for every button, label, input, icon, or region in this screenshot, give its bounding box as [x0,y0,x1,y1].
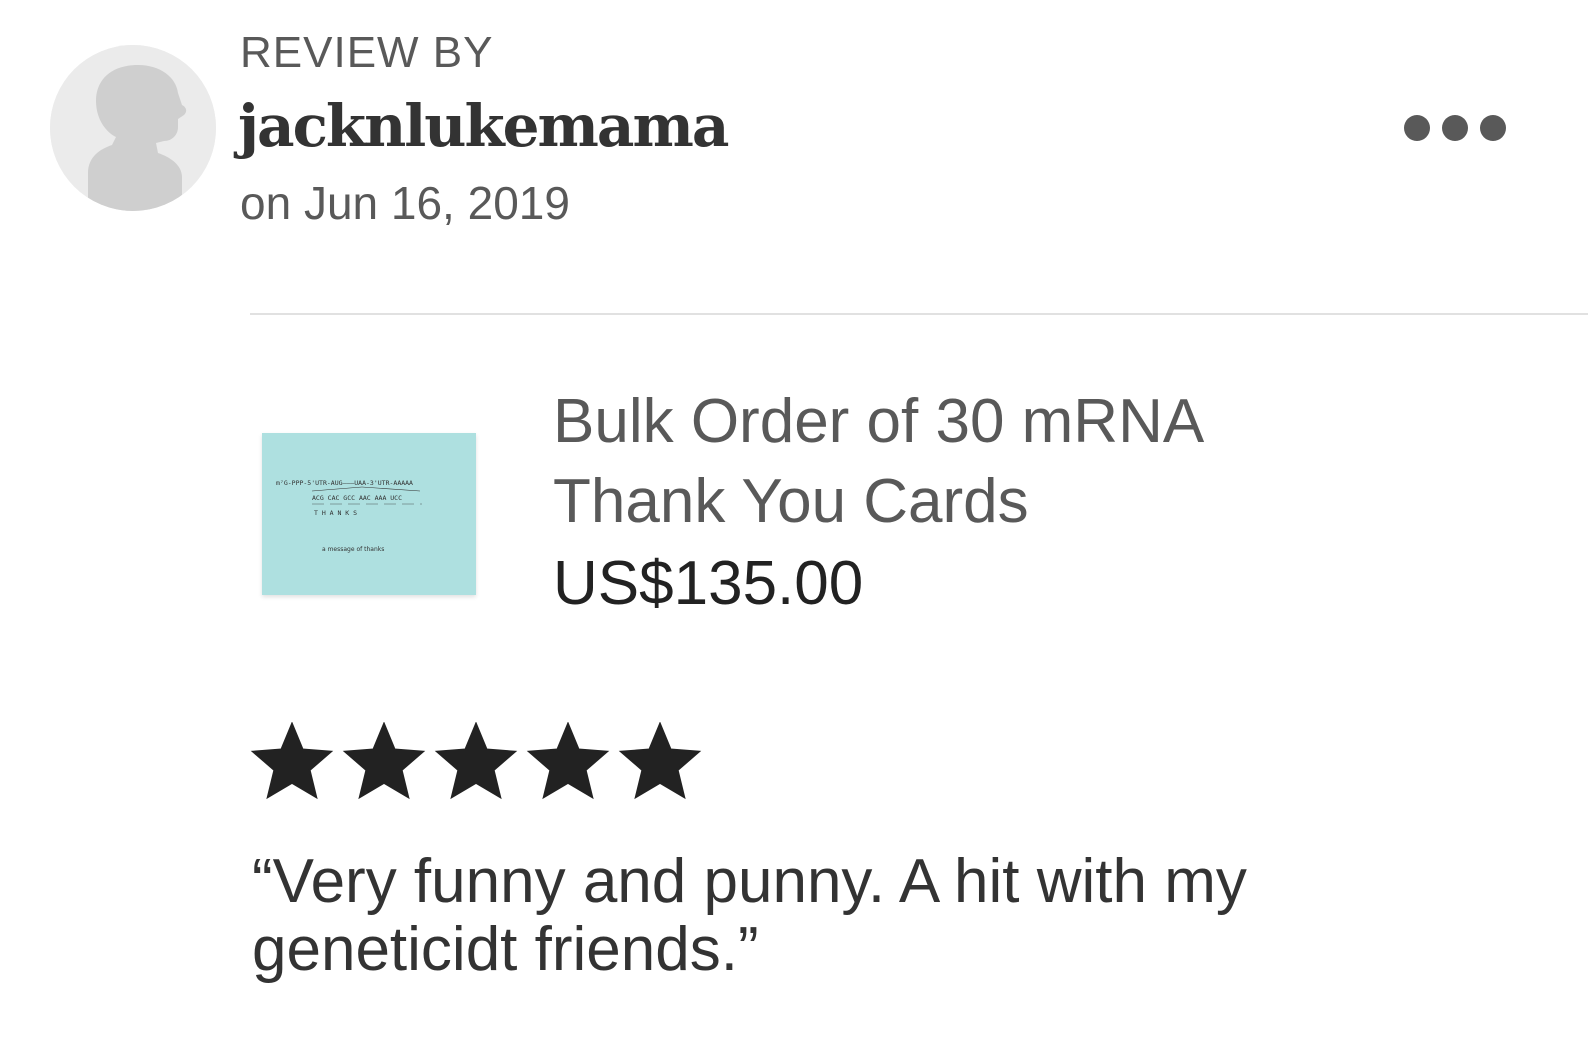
thumb-line-4: a message of thanks [322,546,384,553]
star-filled-icon [250,722,334,800]
default-avatar-icon [50,45,216,211]
thumb-connector [361,486,421,492]
star-filled-icon [342,722,426,800]
star-filled-icon [434,722,518,800]
product-title[interactable]: Bulk Order of 30 mRNA Thank You Cards [553,382,1313,542]
more-horizontal-icon [1404,115,1430,141]
star-filled-icon [526,722,610,800]
divider [250,313,1588,315]
thumb-line-1: m⁷G-PPP-5'UTR-AUG———UAA-3'UTR-AAAAA [276,479,413,487]
thumb-line-2: ACG CAC GCC AAC AAA UCC [312,494,402,502]
review-by-label: REVIEW BY [240,28,494,77]
reviewer-username[interactable]: jacknlukemama [238,92,729,160]
review-date: on Jun 16, 2019 [240,177,570,229]
review-text: “Very funny and punny. A hit with my gen… [252,847,1247,984]
thumb-connector [311,486,363,492]
card-image: m⁷G-PPP-5'UTR-AUG———UAA-3'UTR-AAAAA ACG … [276,479,422,553]
more-options-button[interactable] [1396,108,1514,148]
star-rating [248,722,704,802]
more-horizontal-icon [1480,115,1506,141]
star-filled-icon [618,722,702,800]
more-horizontal-icon [1442,115,1468,141]
thumb-line-3: T H A N K S [314,509,357,517]
product-price: US$135.00 [553,549,864,618]
avatar[interactable] [50,45,216,211]
product-thumbnail[interactable]: m⁷G-PPP-5'UTR-AUG———UAA-3'UTR-AAAAA ACG … [262,433,476,595]
